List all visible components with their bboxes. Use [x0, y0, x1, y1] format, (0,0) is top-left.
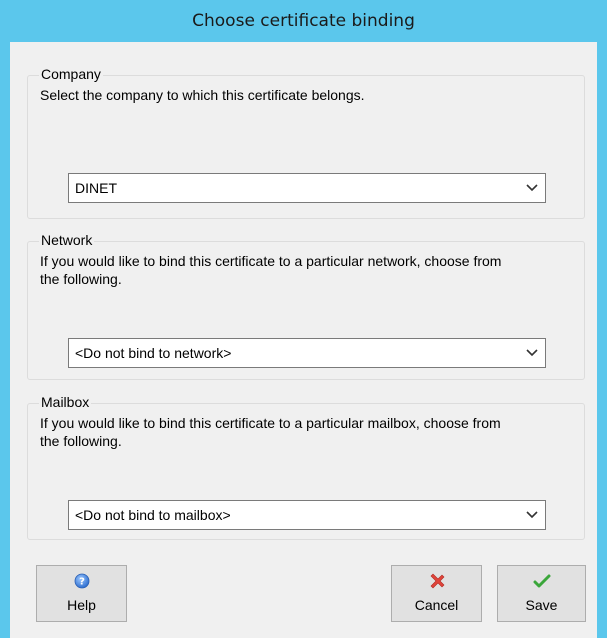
company-select-value: DINET	[75, 180, 117, 196]
cancel-icon	[392, 572, 481, 590]
mailbox-group-title: Mailbox	[39, 394, 92, 410]
dialog-window: Choose certificate binding Company Selec…	[0, 0, 607, 638]
mailbox-select-value: <Do not bind to mailbox>	[75, 507, 231, 523]
company-description: Select the company to which this certifi…	[40, 87, 365, 103]
help-icon: ?	[37, 572, 126, 590]
chevron-down-icon	[526, 184, 538, 192]
mailbox-select[interactable]: <Do not bind to mailbox>	[68, 500, 546, 530]
network-group-title: Network	[39, 232, 95, 248]
chevron-down-icon	[526, 511, 538, 519]
network-select[interactable]: <Do not bind to network>	[68, 338, 546, 368]
chevron-down-icon	[526, 349, 538, 357]
help-button-label: Help	[67, 597, 96, 613]
window-title[interactable]: Choose certificate binding	[0, 0, 607, 42]
save-button-label: Save	[525, 597, 558, 613]
mailbox-group: Mailbox If you would like to bind this c…	[27, 394, 585, 540]
company-group: Company Select the company to which this…	[27, 66, 585, 219]
company-group-title: Company	[39, 66, 103, 82]
svg-text:?: ?	[79, 577, 85, 588]
save-icon	[498, 572, 585, 590]
help-button[interactable]: ? Help	[36, 565, 127, 622]
save-button[interactable]: Save	[497, 565, 586, 622]
company-select[interactable]: DINET	[68, 173, 546, 203]
network-group: Network If you would like to bind this c…	[27, 232, 585, 380]
cancel-button-label: Cancel	[414, 597, 459, 613]
mailbox-description: If you would like to bind this certifica…	[40, 415, 501, 449]
cancel-button[interactable]: Cancel	[391, 565, 482, 622]
network-select-value: <Do not bind to network>	[75, 345, 232, 361]
network-description: If you would like to bind this certifica…	[40, 253, 502, 287]
